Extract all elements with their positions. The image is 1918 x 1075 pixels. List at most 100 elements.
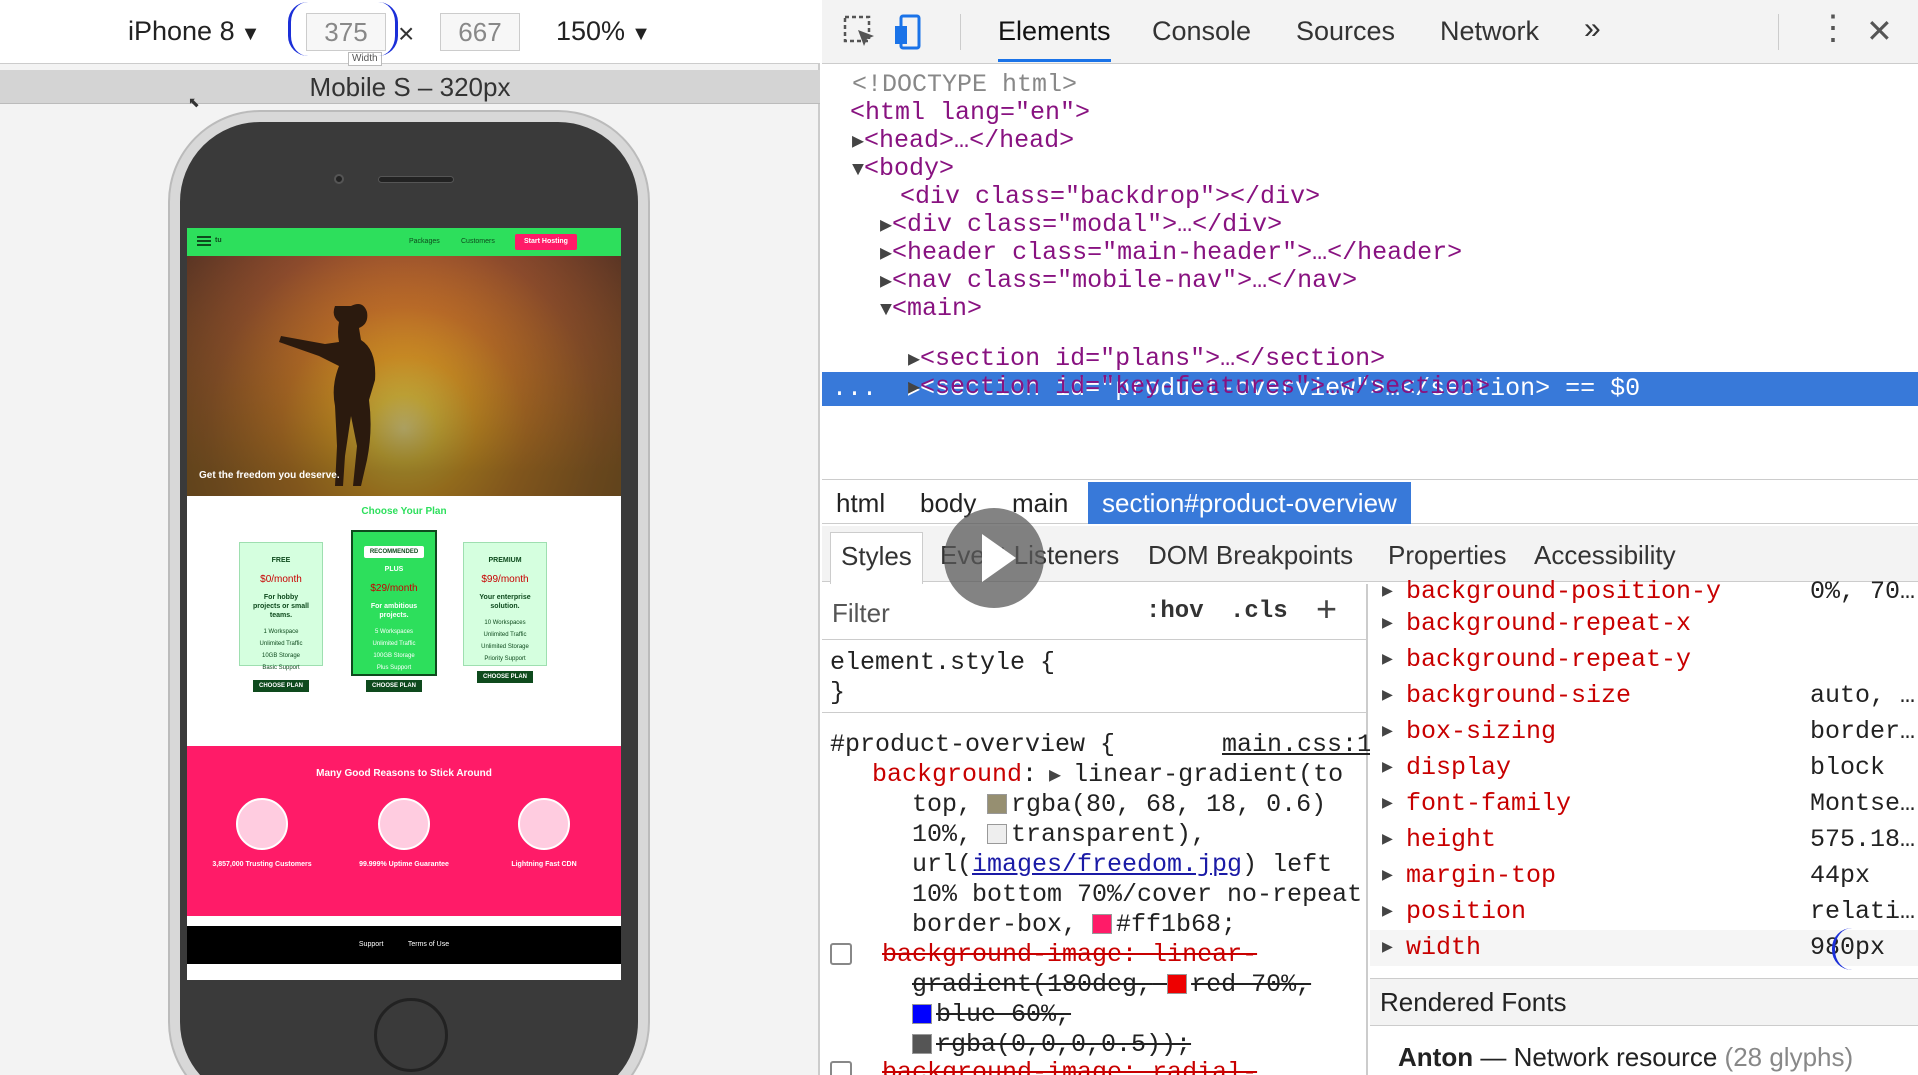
tab-accessibility[interactable]: Accessibility [1534, 540, 1676, 571]
expand-arrow-icon[interactable]: ▶ [908, 377, 920, 400]
rule-selector[interactable]: #product-overview { [830, 730, 1115, 760]
cloud-icon [518, 798, 570, 850]
value-line: top, rgba(80, 68, 18, 0.6) [912, 790, 1326, 820]
computed-row[interactable]: ▶ background-repeat-x [1370, 606, 1918, 642]
tab-styles[interactable]: Styles [830, 532, 923, 584]
computed-row[interactable]: ▶ background-size auto, … [1370, 678, 1918, 714]
computed-row[interactable]: ▶ position relati… [1370, 894, 1918, 930]
more-tabs-icon[interactable]: » [1584, 12, 1601, 46]
tab-elements[interactable]: Elements [998, 16, 1111, 62]
declaration-checkbox[interactable] [830, 1061, 852, 1075]
collapse-arrow-icon[interactable]: ▼ [852, 159, 864, 182]
color-swatch[interactable] [1092, 914, 1113, 934]
new-rule-icon[interactable]: + [1316, 588, 1337, 630]
height-input[interactable]: 667 [440, 13, 520, 51]
expand-arrow-icon[interactable]: ▶ [1037, 765, 1073, 788]
rule-source-link[interactable]: main.css:1 [1222, 730, 1372, 760]
rule-divider [822, 712, 1368, 713]
expand-arrow-icon[interactable]: ▶ [908, 349, 920, 372]
prop-value: blue 60%, [936, 1000, 1072, 1029]
expand-arrow-icon[interactable]: ▶ [1382, 822, 1393, 858]
close-icon[interactable]: ✕ [1866, 12, 1893, 50]
expand-arrow-icon[interactable]: ▶ [880, 215, 892, 238]
footer-link-support[interactable]: Support [359, 941, 384, 948]
expand-arrow-icon[interactable]: ▶ [852, 131, 864, 154]
media-query-bar[interactable]: Mobile S – 320px [0, 70, 820, 104]
expand-arrow-icon[interactable]: ▶ [880, 243, 892, 266]
filter-input[interactable]: Filter [832, 598, 890, 629]
recommended-badge: RECOMMENDED [363, 546, 425, 558]
color-swatch[interactable] [987, 824, 1008, 844]
node-dots[interactable]: ... [832, 372, 877, 406]
device-select[interactable]: iPhone 8 ▼ [128, 16, 260, 47]
expand-arrow-icon[interactable]: ▶ [1382, 858, 1393, 894]
font-dash: — [1480, 1042, 1507, 1072]
color-swatch[interactable] [1167, 974, 1188, 994]
choose-plan-button[interactable]: CHOOSE PLAN [252, 680, 309, 692]
site-logo[interactable]: tu [215, 237, 222, 244]
prop-value: gradient(180deg, [912, 970, 1153, 999]
expand-arrow-icon[interactable]: ▶ [1382, 574, 1393, 610]
computed-value: 575.18… [1810, 825, 1916, 854]
node-text: <nav class="mobile-nav">…</nav> [892, 266, 1358, 295]
features-title: Many Good Reasons to Stick Around [316, 768, 492, 779]
tab-network[interactable]: Network [1440, 16, 1539, 47]
expand-arrow-icon[interactable]: ▶ [1382, 786, 1393, 822]
rendered-fonts-header[interactable]: Rendered Fonts [1370, 978, 1918, 1026]
computed-row[interactable]: ▶ box-sizing border… [1370, 714, 1918, 750]
computed-row[interactable]: ▶ display block [1370, 750, 1918, 786]
kebab-menu-icon[interactable]: ⋮ [1816, 10, 1850, 46]
plan-feature: Unlimited Storage [481, 644, 529, 650]
tab-properties[interactable]: Properties [1388, 540, 1507, 571]
disabled-declaration[interactable]: background-image: radial- [830, 1058, 1257, 1075]
computed-row[interactable]: ▶ font-family Montse… [1370, 786, 1918, 822]
dom-node[interactable]: ▶<section id="key-features">…</section> [908, 370, 1490, 404]
inspect-element-icon[interactable] [842, 14, 878, 50]
plan-feature: Basic Support [262, 665, 300, 671]
expand-arrow-icon[interactable]: ▶ [1382, 930, 1393, 966]
cls-toggle[interactable]: .cls [1230, 598, 1288, 625]
nav-customers[interactable]: Customers [461, 238, 495, 245]
hamburger-icon[interactable] [197, 236, 211, 246]
tab-dom-breakpoints[interactable]: DOM Breakpoints [1148, 540, 1353, 571]
hov-toggle[interactable]: :hov [1146, 598, 1204, 625]
footer-link-terms[interactable]: Terms of Use [408, 941, 449, 948]
computed-prop: box-sizing [1406, 717, 1557, 746]
color-swatch[interactable] [987, 794, 1008, 814]
computed-row[interactable]: ▶ height 575.18… [1370, 822, 1918, 858]
crumb-section[interactable]: section#product-overview [1088, 482, 1411, 524]
start-hosting-button[interactable]: Start Hosting [515, 234, 577, 250]
computed-value: relati… [1810, 897, 1916, 926]
expand-arrow-icon[interactable]: ▶ [1382, 714, 1393, 750]
tab-sources[interactable]: Sources [1296, 16, 1395, 47]
color-swatch[interactable] [912, 1004, 932, 1024]
computed-row[interactable]: ▶ margin-top 44px [1370, 858, 1918, 894]
background-declaration[interactable]: background: ▶ linear-gradient(to [872, 760, 1343, 792]
device-name: iPhone 8 [128, 16, 235, 46]
zoom-select[interactable]: 150% ▼ [556, 16, 651, 47]
element-style-open[interactable]: element.style { [830, 648, 1055, 678]
choose-plan-button[interactable]: CHOOSE PLAN [365, 680, 422, 692]
computed-row[interactable]: ▶ background-position-y 0%, 70… [1370, 574, 1918, 610]
prop-text: background-image: radial- [882, 1058, 1258, 1075]
tab-console[interactable]: Console [1152, 16, 1251, 47]
expand-arrow-icon[interactable]: ▶ [1382, 894, 1393, 930]
computed-row[interactable]: ▶ background-repeat-y [1370, 642, 1918, 678]
crumb-html[interactable]: html [836, 488, 885, 519]
expand-arrow-icon[interactable]: ▶ [1382, 642, 1393, 678]
dom-node[interactable]: ▼<main> [880, 292, 982, 326]
node-text: <body> [864, 154, 955, 183]
expand-arrow-icon[interactable]: ▶ [1382, 750, 1393, 786]
expand-arrow-icon[interactable]: ▶ [1382, 678, 1393, 714]
disabled-declaration[interactable]: background-image: linear- [830, 940, 1257, 970]
nav-packages[interactable]: Packages [409, 238, 440, 245]
declaration-checkbox[interactable] [830, 943, 852, 965]
expand-arrow-icon[interactable]: ▶ [1382, 606, 1393, 642]
crumb-main[interactable]: main [1012, 488, 1068, 519]
device-toggle-icon[interactable] [892, 14, 928, 50]
collapse-arrow-icon[interactable]: ▼ [880, 299, 892, 322]
image-url-link[interactable]: images/freedom.jpg [972, 850, 1242, 879]
color-swatch[interactable] [912, 1034, 932, 1054]
expand-arrow-icon[interactable]: ▶ [880, 271, 892, 294]
choose-plan-button[interactable]: CHOOSE PLAN [476, 671, 533, 683]
